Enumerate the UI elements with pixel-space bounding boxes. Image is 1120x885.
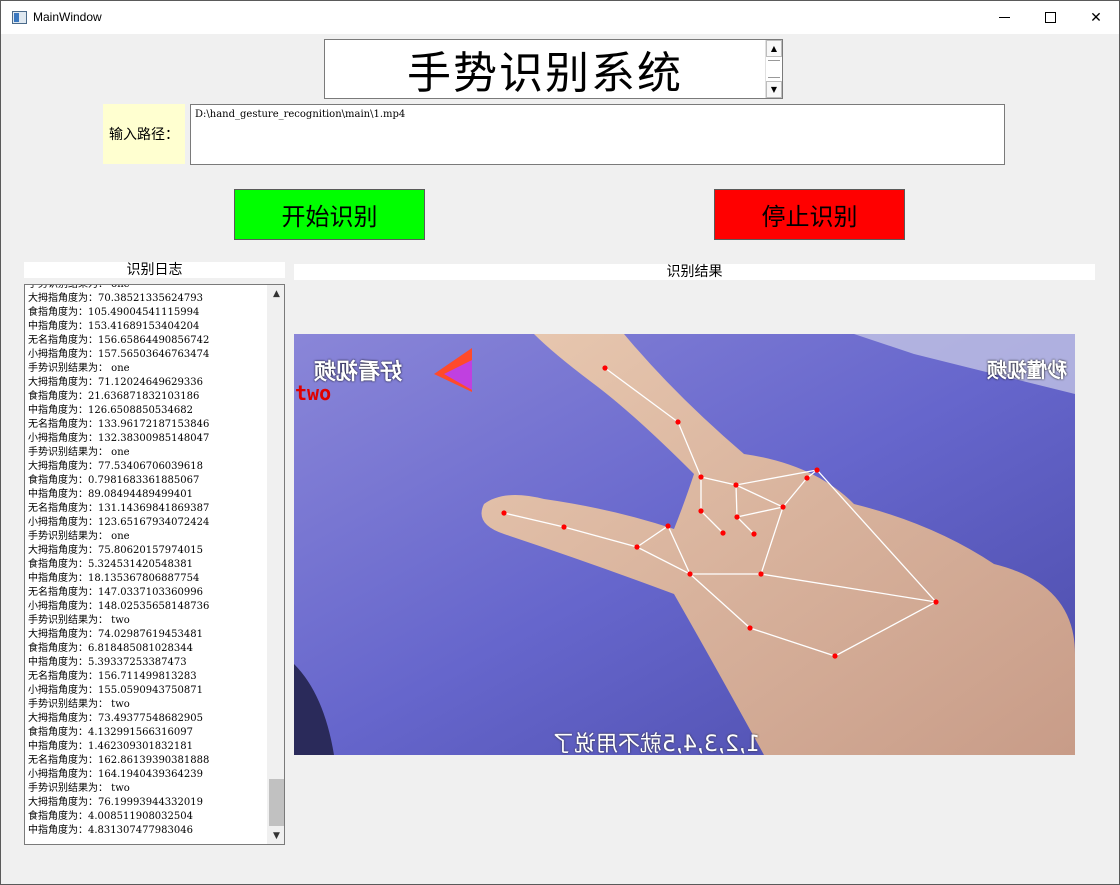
- log-line: 大拇指角度为：73.49377548682905: [28, 713, 203, 724]
- minimize-button[interactable]: [981, 1, 1027, 34]
- log-line: 食指角度为：6.818485081028344: [28, 643, 193, 654]
- input-path-label: 输入路径：: [103, 104, 185, 164]
- log-line: 无名指角度为：162.86139390381888: [28, 755, 210, 766]
- scroll-track: [768, 60, 780, 78]
- log-line: 中指角度为：1.462309301832181: [28, 741, 193, 752]
- log-line: 大拇指角度为：76.19993944332019: [28, 797, 203, 808]
- log-line: 小拇指角度为：155.0590943750871: [28, 685, 203, 696]
- title-scrollbar[interactable]: ▲ ▼: [765, 40, 782, 98]
- video-scene: [294, 334, 1075, 755]
- scroll-down-icon[interactable]: ▼: [766, 81, 782, 98]
- log-line: 小拇指角度为：157.56503646763474: [28, 349, 210, 360]
- log-line: 无名指角度为：131.14369841869387: [28, 503, 210, 514]
- log-line: 食指角度为：4.132991566316097: [28, 727, 193, 738]
- log-line: 手势识别结果为： one: [28, 284, 130, 290]
- log-line: 大拇指角度为：77.53406706039618: [28, 461, 203, 472]
- video-subtitle: 1,2,3,4,5就不用说了: [552, 732, 760, 755]
- log-line: 无名指角度为：147.0337103360996: [28, 587, 203, 598]
- log-line: 无名指角度为：156.711499813283: [28, 671, 197, 682]
- result-title: 识别结果: [294, 264, 1095, 280]
- log-line: 小拇指角度为：148.02535658148736: [28, 601, 210, 612]
- log-line: 食指角度为：4.008511908032504: [28, 811, 193, 822]
- log-scrollbar[interactable]: ▲ ▼: [267, 285, 284, 844]
- log-line: 手势识别结果为： one: [28, 447, 130, 458]
- scroll-up-icon[interactable]: ▲: [766, 40, 782, 57]
- log-line: 中指角度为：4.831307477983046: [28, 825, 193, 836]
- log-line: 小拇指角度为：132.38300985148047: [28, 433, 210, 444]
- log-line: 大拇指角度为：71.12024649629336: [28, 377, 203, 388]
- log-line: 大拇指角度为：75.80620157974015: [28, 545, 203, 556]
- result-video-frame: two 好看视频 秒懂视频 1,2,3,4,5就不用说了: [294, 334, 1075, 755]
- chevron-down-icon[interactable]: ▼: [268, 827, 284, 844]
- close-icon: ✕: [1090, 9, 1102, 26]
- watermark-right: 秒懂视频: [987, 358, 1067, 382]
- start-recognition-button[interactable]: 开始识别: [234, 189, 425, 240]
- log-line: 手势识别结果为： two: [28, 783, 130, 794]
- watermark-left: 好看视频: [314, 360, 403, 385]
- stop-recognition-button[interactable]: 停止识别: [714, 189, 905, 240]
- log-line: 中指角度为：153.41689153404204: [28, 321, 200, 332]
- log-line: 中指角度为：89.08494489499401: [28, 489, 193, 500]
- app-title: 手势识别系统: [407, 48, 683, 99]
- log-line: 手势识别结果为： one: [28, 363, 130, 374]
- log-line: 食指角度为：105.49004541115994: [28, 307, 200, 318]
- log-title: 识别日志: [24, 262, 285, 278]
- app-title-box[interactable]: 手势识别系统 ▲ ▼: [324, 39, 783, 99]
- log-line: 中指角度为：5.39337253387473: [28, 657, 187, 668]
- minimize-icon: [998, 17, 1010, 18]
- log-line: 手势识别结果为： two: [28, 699, 130, 710]
- log-line: 食指角度为：21.636871832103186: [28, 391, 200, 402]
- log-line: 小拇指角度为：123.65167934072424: [28, 517, 210, 528]
- log-line: 手势识别结果为： one: [28, 531, 130, 542]
- log-line: 食指角度为：0.7981683361885067: [28, 475, 200, 486]
- maximize-button[interactable]: [1027, 1, 1073, 34]
- main-window: MainWindow ✕ 手势识别系统 ▲ ▼ 输入路径： D:\hand_ge…: [0, 0, 1120, 885]
- input-path-field[interactable]: D:\hand_gesture_recognition\main\1.mp4: [190, 104, 1005, 165]
- title-bar: MainWindow ✕: [1, 1, 1119, 34]
- log-line: 无名指角度为：156.65864490856742: [28, 335, 210, 346]
- log-line: 食指角度为：5.324531420548381: [28, 559, 193, 570]
- chevron-up-icon[interactable]: ▲: [268, 285, 284, 302]
- close-button[interactable]: ✕: [1073, 1, 1119, 34]
- log-line: 小拇指角度为：164.1940439364239: [28, 769, 203, 780]
- maximize-icon: [1044, 12, 1056, 23]
- log-line: 手势识别结果为： two: [28, 615, 130, 626]
- window-title: MainWindow: [33, 10, 102, 24]
- app-icon: [12, 11, 27, 24]
- log-line: 中指角度为：18.135367806887754: [28, 573, 200, 584]
- scrollbar-thumb[interactable]: [269, 779, 284, 826]
- log-line: 大拇指角度为：74.02987619453481: [28, 629, 203, 640]
- log-line: 大拇指角度为：70.38521335624793: [28, 293, 203, 304]
- log-line: 无名指角度为：133.96172187153846: [28, 419, 210, 430]
- log-text-area[interactable]: 手势识别结果为： one 大拇指角度为：70.38521335624793 食指角度…: [24, 284, 285, 845]
- log-lines: 手势识别结果为： one 大拇指角度为：70.38521335624793 食指角度…: [28, 284, 268, 838]
- log-line: 中指角度为：126.6508850534682: [28, 405, 193, 416]
